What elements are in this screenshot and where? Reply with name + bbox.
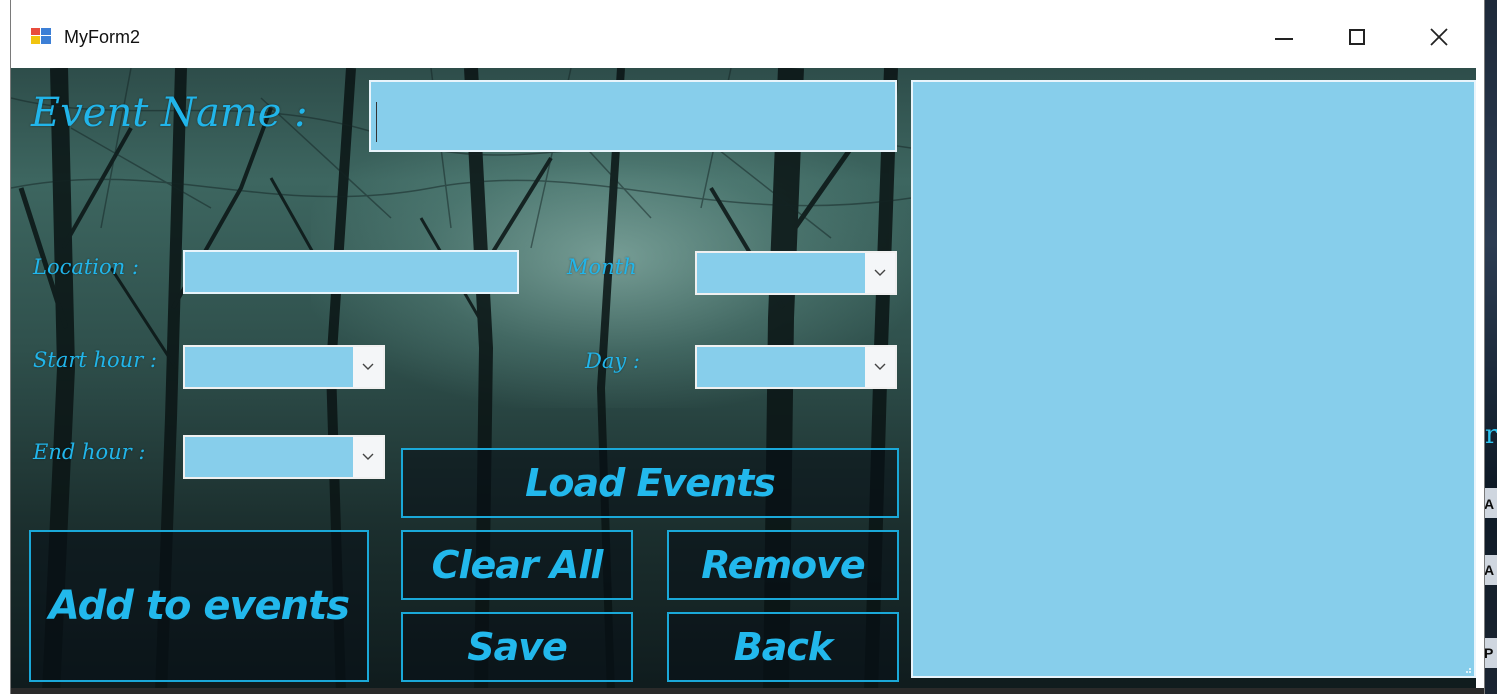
month-dropdown-arrow[interactable] (865, 253, 895, 293)
end-hour-label: End hour : (33, 440, 146, 464)
day-dropdown-arrow[interactable] (865, 347, 895, 387)
winforms-app-icon (31, 28, 51, 44)
end-hour-dropdown-arrow[interactable] (353, 437, 383, 477)
myform2-window: MyForm2 Event Name: Location: Month St… (10, 0, 1485, 694)
start-hour-dropdown-arrow[interactable] (353, 347, 383, 387)
title-bar[interactable]: MyForm2 (11, 0, 1484, 68)
back-button[interactable]: Back (667, 612, 899, 682)
chevron-down-icon (874, 269, 886, 276)
text-caret (376, 102, 377, 142)
minimize-icon (1275, 38, 1293, 40)
start-hour-label: Start hour : (33, 348, 157, 372)
window-bottom-edge (11, 688, 1484, 694)
maximize-button[interactable] (1329, 14, 1385, 60)
close-button[interactable] (1411, 14, 1467, 60)
location-label: Location : (33, 255, 139, 279)
day-label: Day : (585, 349, 640, 373)
day-dropdown[interactable] (695, 345, 897, 389)
chevron-down-icon (874, 363, 886, 370)
window-title: MyForm2 (64, 27, 140, 47)
location-input[interactable] (183, 250, 519, 294)
desktop-edge-text: A (1484, 562, 1495, 578)
minimize-button[interactable] (1256, 14, 1312, 60)
form-client-area: Event Name : Location : Month Start hour… (11, 68, 1476, 694)
save-button[interactable]: Save (401, 612, 633, 682)
month-label: Month (567, 255, 637, 279)
chevron-down-icon (362, 363, 374, 370)
close-icon (1430, 28, 1448, 46)
desktop-edge-text: P (1484, 645, 1494, 661)
month-dropdown[interactable] (695, 251, 897, 295)
end-hour-dropdown[interactable] (183, 435, 385, 479)
desktop-partial-glyph: r (1485, 420, 1497, 450)
events-listbox[interactable] (911, 80, 1476, 678)
desktop-background-edge: r A A P (1483, 0, 1497, 694)
maximize-icon (1349, 29, 1365, 45)
chevron-down-icon (362, 453, 374, 460)
start-hour-dropdown[interactable] (183, 345, 385, 389)
load-events-button[interactable]: Load Events (401, 448, 899, 518)
event-name-label: Event Name : (31, 90, 308, 136)
remove-button[interactable]: Remove (667, 530, 899, 600)
desktop-edge-text: A (1484, 496, 1495, 512)
event-name-input[interactable] (369, 80, 897, 152)
add-to-events-button[interactable]: Add to events (29, 530, 369, 682)
resize-grip-icon[interactable] (1462, 664, 1472, 674)
clear-all-button[interactable]: Clear All (401, 530, 633, 600)
